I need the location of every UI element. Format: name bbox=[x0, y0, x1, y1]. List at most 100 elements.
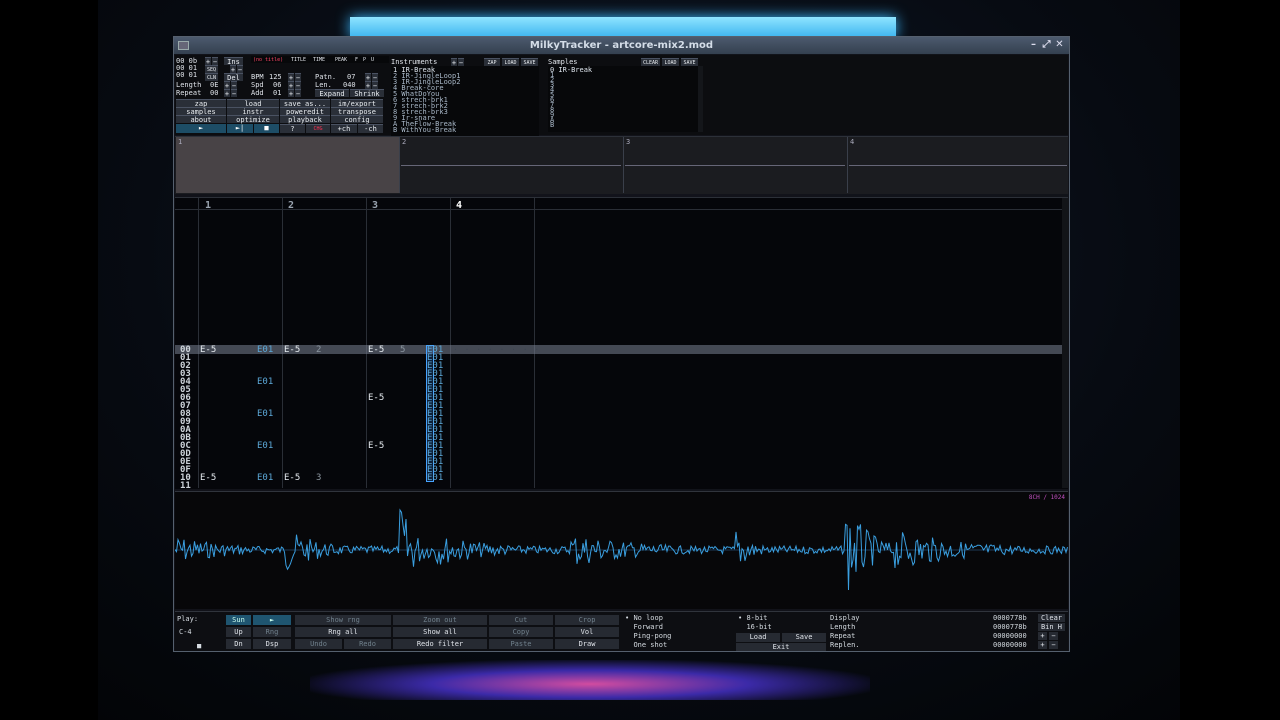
channel-header-4[interactable]: 4 bbox=[456, 200, 462, 211]
pattern-cell-note[interactable]: E-5 bbox=[200, 474, 216, 483]
save-as-button[interactable]: save as... bbox=[280, 99, 330, 108]
shrink-button[interactable]: Shrink bbox=[350, 89, 384, 98]
tab-time[interactable]: TIME bbox=[313, 56, 325, 64]
instr-zap-button[interactable]: ZAP bbox=[484, 58, 500, 66]
len-minus-button[interactable]: − bbox=[372, 81, 378, 90]
instrument-list[interactable]: 1 IR-Break 2 IR-JingleLoop1 3 IR-JingleL… bbox=[391, 66, 539, 139]
show-range-button[interactable]: Show rng bbox=[295, 615, 391, 625]
close-icon[interactable]: ✕ bbox=[1054, 39, 1065, 51]
ins-minus-button[interactable]: − bbox=[237, 65, 243, 74]
samples-button[interactable]: samples bbox=[176, 107, 226, 116]
tab-u[interactable]: U bbox=[371, 56, 374, 64]
tab-peak[interactable]: PEAK bbox=[335, 56, 347, 64]
sample-waveform[interactable] bbox=[175, 492, 1068, 608]
order-minus-button[interactable]: − bbox=[212, 57, 218, 66]
pattern-cell-effect[interactable]: E01 bbox=[257, 410, 273, 419]
help-button[interactable]: ? bbox=[280, 124, 305, 133]
sample-list-scrollbar[interactable] bbox=[698, 66, 703, 132]
window-titlebar[interactable]: MilkyTracker - artcore-mix2.mod – ⤢ ✕ bbox=[174, 37, 1069, 54]
play-pattern-button[interactable]: ►| bbox=[227, 124, 253, 133]
sample-editor[interactable]: 8CH / 1024 bbox=[175, 491, 1068, 609]
crop-button[interactable]: Crop bbox=[555, 615, 619, 625]
redo-filter-button[interactable]: Redo filter bbox=[393, 639, 487, 649]
pattern-editor[interactable]: 1 2 3 4 00 01 02 03 04 05 06 07 08 09 0A… bbox=[175, 197, 1068, 491]
show-all-button[interactable]: Show all bbox=[393, 627, 487, 637]
add-channel-button[interactable]: +ch bbox=[331, 124, 357, 133]
im-export-button[interactable]: im/export bbox=[331, 99, 383, 108]
clear-display-button[interactable]: Clear bbox=[1038, 614, 1065, 622]
bin-hex-button[interactable]: Bin H bbox=[1038, 623, 1065, 631]
up-button[interactable]: Up bbox=[226, 627, 251, 637]
bit16-radio[interactable]: 16-bit bbox=[738, 623, 771, 631]
cut-button[interactable]: Cut bbox=[489, 615, 553, 625]
loop-radio-oneshot[interactable]: One shot bbox=[625, 641, 667, 649]
channel-header-2[interactable]: 2 bbox=[288, 200, 294, 211]
repeat-plus-button[interactable]: + bbox=[224, 89, 230, 98]
instr-save-button[interactable]: SAVE bbox=[521, 58, 538, 66]
sample-load-button[interactable]: LOAD bbox=[662, 58, 679, 66]
cln-button[interactable]: CLN bbox=[205, 73, 218, 81]
loop-radio-forward[interactable]: Forward bbox=[625, 623, 663, 631]
transpose-button[interactable]: transpose bbox=[331, 107, 383, 116]
pattern-cell-note[interactable]: E-5 bbox=[284, 474, 300, 483]
about-button[interactable]: about bbox=[176, 115, 226, 124]
sample-clear-button[interactable]: CLEAR bbox=[641, 58, 660, 66]
sample-load-button-bottom[interactable]: Load bbox=[736, 633, 780, 642]
tab-title[interactable]: TITLE bbox=[291, 56, 306, 64]
optimize-button[interactable]: optimize bbox=[227, 115, 279, 124]
pattern-cell-effect[interactable]: E01 bbox=[427, 474, 443, 483]
pattern-cell-instrument[interactable]: 2 bbox=[316, 346, 321, 355]
patn-minus-button[interactable]: − bbox=[372, 73, 378, 82]
poweredit-button[interactable]: poweredit bbox=[280, 107, 330, 116]
patn-plus-button[interactable]: + bbox=[365, 73, 371, 82]
loop-radio-pingpong[interactable]: Ping-pong bbox=[625, 632, 671, 640]
channel-header-1[interactable]: 1 bbox=[205, 200, 211, 211]
undo-button[interactable]: Undo bbox=[295, 639, 342, 649]
loop-radio-off[interactable]: • No loop bbox=[625, 614, 663, 622]
pattern-cell-effect[interactable]: E01 bbox=[257, 442, 273, 451]
expand-button[interactable]: Expand bbox=[315, 89, 349, 98]
remove-channel-button[interactable]: -ch bbox=[358, 124, 383, 133]
tab-f[interactable]: F bbox=[355, 56, 358, 64]
dn-button[interactable]: Dn bbox=[226, 639, 251, 649]
list-item[interactable]: B WithYou-Break bbox=[393, 127, 456, 134]
spd-plus-button[interactable]: + bbox=[288, 81, 294, 90]
pattern-empty-cells[interactable]: · · · · · · · · bbox=[453, 346, 540, 354]
len-plus-button[interactable]: + bbox=[365, 81, 371, 90]
repeat-plus-button-bottom[interactable]: + bbox=[1038, 632, 1047, 640]
repeat-minus-button-bottom[interactable]: − bbox=[1049, 632, 1058, 640]
instr-minus-button[interactable]: − bbox=[458, 58, 464, 67]
seq-button[interactable]: SEQ bbox=[205, 65, 218, 73]
order-plus-button[interactable]: + bbox=[205, 57, 211, 66]
sample-list[interactable]: 0 IR-Break 1 2 3 4 5 6 7 8 9 A B bbox=[548, 66, 698, 132]
load-button[interactable]: load bbox=[227, 99, 279, 108]
chg-button[interactable]: CHG bbox=[306, 124, 330, 133]
pattern-cell-effect[interactable]: E01 bbox=[257, 474, 273, 483]
zoom-out-button[interactable]: Zoom out bbox=[393, 615, 487, 625]
stop-button[interactable]: ■ bbox=[254, 124, 279, 133]
sample-stop-button[interactable]: ■ bbox=[197, 642, 201, 650]
vol-button[interactable]: Vol bbox=[555, 627, 619, 637]
pattern-cell-instrument[interactable]: 3 bbox=[316, 474, 321, 483]
instr-button[interactable]: instr bbox=[227, 107, 279, 116]
paste-button[interactable]: Paste bbox=[489, 639, 553, 649]
replen-plus-button[interactable]: + bbox=[1038, 641, 1047, 649]
dsp-button[interactable]: Dsp bbox=[253, 639, 291, 649]
sample-save-button[interactable]: SAVE bbox=[681, 58, 698, 66]
bpm-plus-button[interactable]: + bbox=[288, 73, 294, 82]
maximize-icon[interactable]: ⤢ bbox=[1041, 39, 1052, 51]
del-button[interactable]: Del bbox=[224, 73, 243, 82]
pattern-scrollbar[interactable] bbox=[1062, 198, 1068, 488]
channel-header-3[interactable]: 3 bbox=[372, 200, 378, 211]
instr-load-button[interactable]: LOAD bbox=[502, 58, 519, 66]
instr-plus-button[interactable]: + bbox=[451, 58, 457, 67]
sample-play-button[interactable]: ► bbox=[253, 615, 291, 625]
pattern-cell-note[interactable]: E-5 bbox=[368, 346, 384, 355]
play-song-button[interactable]: ► bbox=[176, 124, 226, 133]
ins-plus-button[interactable]: + bbox=[230, 65, 236, 74]
sample-save-button-bottom[interactable]: Save bbox=[782, 633, 826, 642]
repeat-minus-button[interactable]: − bbox=[231, 89, 237, 98]
pattern-cell-effect[interactable]: E01 bbox=[257, 346, 273, 355]
pattern-cell-note[interactable]: E-5 bbox=[368, 394, 384, 403]
bpm-minus-button[interactable]: − bbox=[295, 73, 301, 82]
